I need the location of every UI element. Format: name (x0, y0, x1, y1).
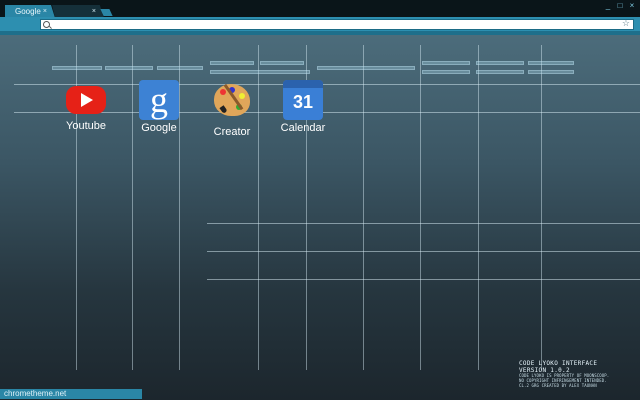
deco-plate (528, 70, 574, 74)
minimize-icon[interactable]: _ (604, 1, 612, 10)
grid-line (478, 45, 479, 370)
maximize-icon[interactable]: □ (616, 1, 624, 10)
deco-plate (210, 70, 310, 74)
tab-label: Google (15, 7, 41, 16)
deco-plate (317, 66, 415, 70)
credits-line: CL.2 GRG CREATED BY ALEX TAUNAN (519, 382, 597, 388)
app-label: Youtube (66, 120, 106, 132)
youtube-icon (66, 86, 106, 114)
theme-credits: CODE LYOKO INTERFACE VERSION 1.0.2 CODE … (519, 360, 639, 389)
grid-line (420, 45, 421, 370)
deco-plate (210, 61, 254, 65)
grid-line (541, 45, 542, 370)
app-creator[interactable]: Creator (202, 80, 262, 138)
deco-plate (476, 70, 524, 74)
calendar-icon: 31 (283, 80, 323, 120)
deco-plate (52, 66, 102, 70)
google-icon: g (139, 80, 179, 120)
deco-plate (260, 61, 304, 65)
deco-plate (422, 70, 470, 74)
app-calendar[interactable]: 31 Calendar (273, 80, 333, 134)
bookmark-star-icon[interactable]: ☆ (622, 18, 630, 29)
calendar-date: 31 (292, 92, 314, 112)
credits-title: CODE LYOKO INTERFACE (519, 360, 598, 367)
search-icon (43, 21, 50, 28)
app-label: Google (141, 122, 177, 134)
app-label: Creator (213, 126, 251, 138)
grid-line (207, 223, 640, 224)
palette-icon (212, 83, 252, 124)
deco-plate (422, 61, 470, 65)
address-bar[interactable]: ☆ (40, 18, 634, 30)
grid-line (207, 279, 640, 280)
app-google[interactable]: g Google (129, 80, 189, 134)
new-tab-page: Youtube g Google Creator 31 Calendar (0, 35, 640, 400)
grid-line (363, 45, 364, 370)
grid-line (207, 251, 640, 252)
deco-plate (528, 61, 574, 65)
close-icon[interactable]: × (628, 1, 636, 10)
app-label: Calendar (280, 122, 326, 134)
deco-plate (105, 66, 153, 70)
tab-strip: Google × × _ □ × (0, 0, 640, 18)
status-bar: chrometheme.net (0, 389, 142, 399)
deco-plate (157, 66, 203, 70)
new-tab-button[interactable] (100, 9, 113, 16)
app-youtube[interactable]: Youtube (56, 80, 116, 132)
window-controls: _ □ × (604, 1, 636, 10)
deco-plate (476, 61, 524, 65)
